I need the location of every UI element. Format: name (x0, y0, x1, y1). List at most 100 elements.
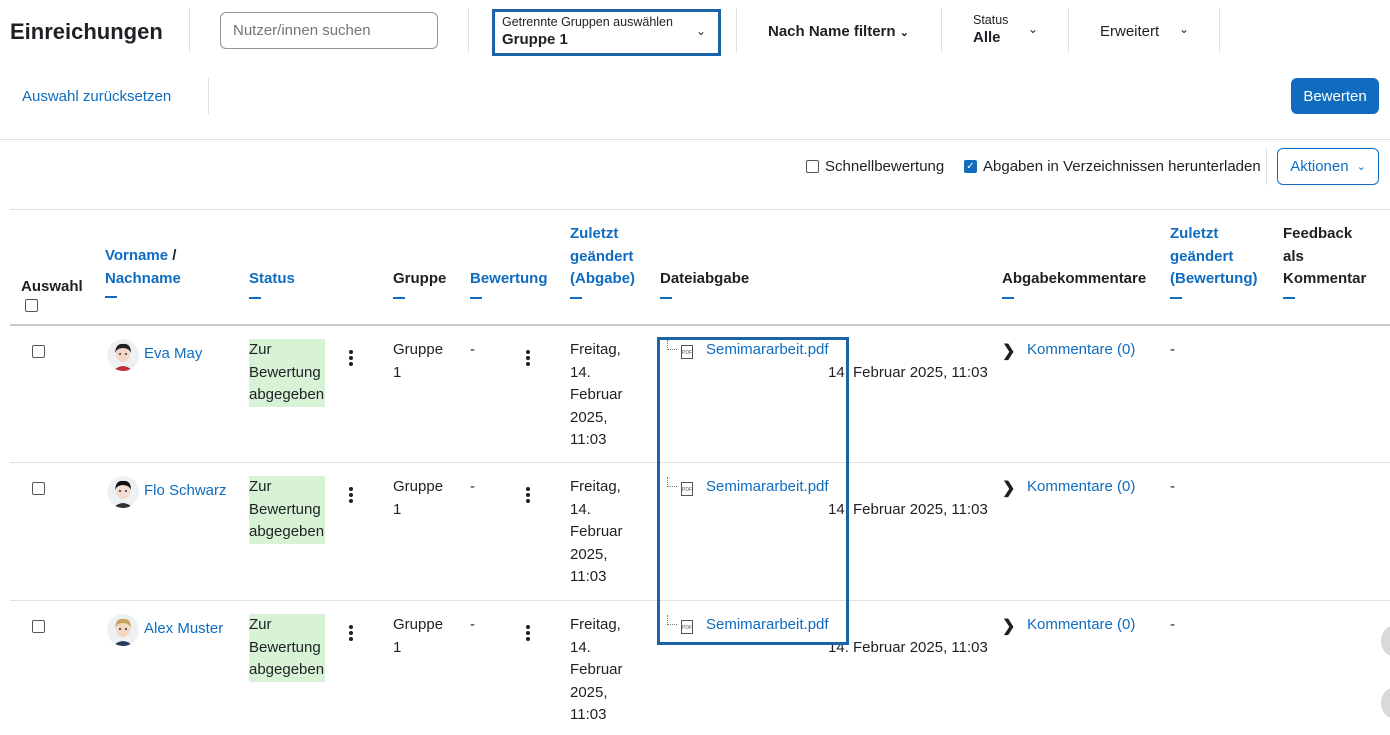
divider (1219, 8, 1220, 53)
file-column-highlight (657, 337, 849, 645)
sort-status-link[interactable]: Status (249, 270, 295, 287)
group-cell: Gruppe 1 (393, 341, 444, 381)
actions-button[interactable]: Aktionen ⌄ (1277, 148, 1379, 185)
group-select-label: Getrennte Gruppen auswählen (502, 15, 673, 29)
grade-menu-icon[interactable] (526, 350, 530, 368)
col-status: Status (249, 268, 295, 299)
group-cell: Gruppe 1 (393, 478, 444, 518)
sort-lastname-link[interactable]: Nachname (105, 270, 181, 287)
col-comments: Abgabekommentare (1002, 268, 1146, 299)
name-filter-label: Nach Name filtern (768, 23, 896, 40)
avatar (107, 614, 139, 646)
row-menu-icon[interactable] (349, 350, 353, 368)
file-date: 14. Februar 2025, 11:03 (828, 501, 988, 518)
status-filter[interactable]: Status Alle (973, 13, 1008, 46)
status-badge: Zur Bewertung abgegeben (249, 476, 325, 544)
user-name-link[interactable]: Flo Schwarz (144, 480, 227, 503)
divider (0, 139, 1390, 140)
reset-selection-link[interactable]: Auswahl zurücksetzen (22, 88, 171, 105)
group-cell: Gruppe 1 (393, 616, 444, 656)
row-menu-icon[interactable] (349, 625, 353, 643)
grade-modified-cell: - (1170, 478, 1175, 495)
download-folders-label: Abgaben in Verzeichnissen herunterladen (983, 158, 1261, 175)
col-feedback: Feedback als Kommentar (1283, 223, 1366, 299)
group-select-value: Gruppe 1 (502, 31, 568, 48)
chevron-down-icon[interactable]: ⌄ (1028, 22, 1038, 36)
status-badge: Zur Bewertung abgegeben (249, 614, 325, 682)
group-select[interactable]: Getrennte Gruppen auswählen Gruppe 1 ⌄ (492, 9, 721, 56)
row-select-checkbox[interactable] (32, 482, 45, 495)
grade-menu-icon[interactable] (526, 625, 530, 643)
scroll-handle[interactable] (1381, 688, 1390, 718)
comments-link[interactable]: Kommentare (0) (1027, 476, 1135, 499)
divider (1266, 148, 1267, 185)
quick-grading-checkbox[interactable] (806, 160, 819, 173)
grade-modified-cell: - (1170, 341, 1175, 358)
collapse-icon[interactable] (1283, 296, 1295, 299)
download-folders-option[interactable]: ✓ Abgaben in Verzeichnissen herunterlade… (964, 158, 1261, 175)
search-input[interactable] (220, 12, 438, 49)
advanced-filter[interactable]: Erweitert (1100, 23, 1159, 40)
status-filter-value: Alle (973, 29, 1001, 46)
chevron-right-icon[interactable]: ❯ (1002, 478, 1015, 498)
user-name-link[interactable]: Alex Muster (144, 618, 223, 641)
comments-link[interactable]: Kommentare (0) (1027, 614, 1135, 637)
chevron-down-icon[interactable]: ⌄ (1179, 22, 1189, 36)
divider (736, 8, 737, 53)
col-modified: Zuletzt geändert (Abgabe) (570, 223, 635, 299)
collapse-icon[interactable] (105, 296, 117, 298)
chevron-down-icon: ⌄ (695, 24, 706, 38)
divider (1068, 8, 1069, 53)
page-title: Einreichungen (10, 19, 163, 44)
avatar (107, 339, 139, 371)
divider (468, 8, 469, 53)
col-file: Dateiabgabe (660, 268, 749, 299)
grade-button[interactable]: Bewerten (1291, 78, 1379, 114)
sort-modified-link[interactable]: Zuletzt geändert (Abgabe) (570, 225, 635, 287)
avatar (107, 476, 139, 508)
scroll-handle[interactable] (1381, 626, 1390, 656)
col-select: Auswahl (21, 278, 83, 295)
divider (10, 209, 1390, 210)
comments-link[interactable]: Kommentare (0) (1027, 339, 1135, 362)
sort-firstname-link[interactable]: Vorname (105, 247, 168, 264)
grade-cell: - (470, 616, 475, 633)
chevron-right-icon[interactable]: ❯ (1002, 341, 1015, 361)
collapse-icon[interactable] (1002, 296, 1014, 299)
divider (941, 8, 942, 53)
row-select-checkbox[interactable] (32, 620, 45, 633)
modified-cell: Freitag, 14. Februar 2025, 11:03 (570, 341, 623, 448)
col-name: Vorname / Nachname (105, 245, 181, 298)
status-badge: Zur Bewertung abgegeben (249, 339, 325, 407)
name-filter-button[interactable]: Nach Name filtern ⌄ (768, 23, 909, 40)
divider (208, 78, 209, 114)
collapse-icon[interactable] (1170, 296, 1182, 299)
quick-grading-option[interactable]: Schnellbewertung (806, 158, 944, 175)
quick-grading-label: Schnellbewertung (825, 158, 945, 175)
collapse-icon[interactable] (249, 296, 261, 299)
select-all-checkbox[interactable] (25, 299, 38, 312)
actions-label: Aktionen (1290, 158, 1349, 175)
col-grade: Bewertung (470, 268, 548, 299)
chevron-right-icon[interactable]: ❯ (1002, 616, 1015, 636)
collapse-icon[interactable] (470, 296, 482, 299)
user-name-link[interactable]: Eva May (144, 343, 202, 366)
modified-cell: Freitag, 14. Februar 2025, 11:03 (570, 616, 623, 723)
sort-grade-link[interactable]: Bewertung (470, 270, 548, 287)
status-filter-label: Status (973, 13, 1009, 27)
row-menu-icon[interactable] (349, 487, 353, 505)
chevron-down-icon: ⌄ (1356, 161, 1366, 173)
divider (189, 8, 190, 53)
row-select-checkbox[interactable] (32, 345, 45, 358)
collapse-icon[interactable] (570, 296, 582, 299)
collapse-icon[interactable] (660, 296, 672, 299)
grade-cell: - (470, 478, 475, 495)
collapse-icon[interactable] (393, 296, 405, 299)
file-date: 14. Februar 2025, 11:03 (828, 639, 988, 656)
modified-cell: Freitag, 14. Februar 2025, 11:03 (570, 478, 623, 585)
grade-menu-icon[interactable] (526, 487, 530, 505)
sort-grade-modified-link[interactable]: Zuletzt geändert (Bewertung) (1170, 225, 1258, 287)
col-grade-modified: Zuletzt geändert (Bewertung) (1170, 223, 1258, 299)
download-folders-checkbox[interactable]: ✓ (964, 160, 977, 173)
grade-modified-cell: - (1170, 616, 1175, 633)
